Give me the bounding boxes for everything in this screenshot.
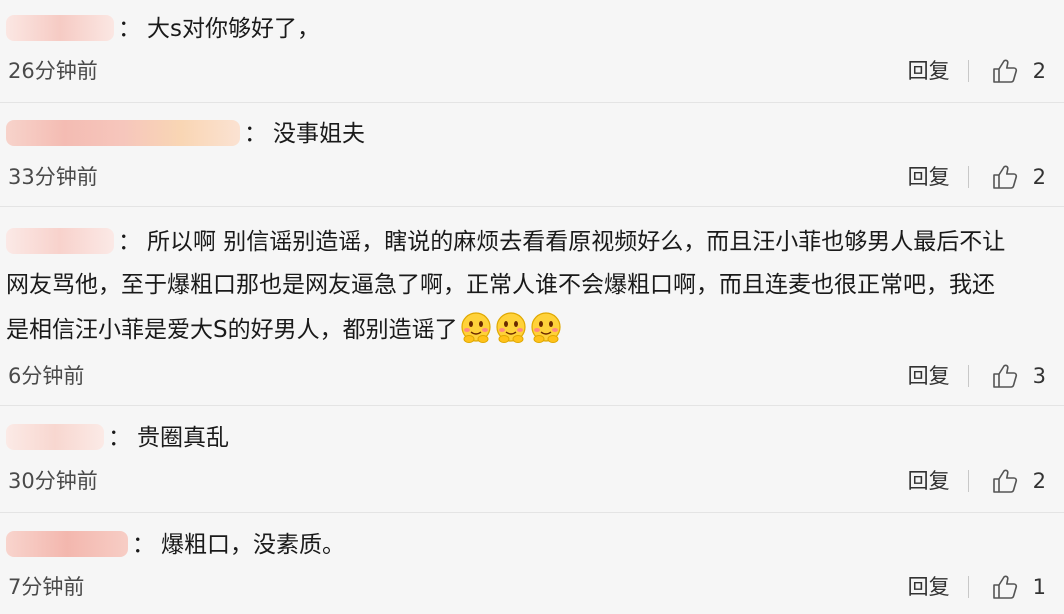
- like-button[interactable]: 2: [991, 162, 1046, 192]
- like-count: 2: [1032, 469, 1046, 493]
- comment-timestamp: 26分钟前: [8, 59, 98, 83]
- comment-text: 没事姐夫: [273, 121, 365, 147]
- comment-text-line: ：贵圈真乱: [6, 418, 1044, 458]
- comment-item: ：所以啊 别信谣别造谣，瞎说的麻烦去看看原视频好么，而且汪小菲也够男人最后不让 …: [0, 207, 1064, 406]
- comment-text: 贵圈真乱: [137, 425, 229, 451]
- comment-actions: 回复 2: [908, 466, 1046, 496]
- thumbs-up-icon: [992, 364, 1017, 388]
- username-redacted[interactable]: [6, 424, 104, 450]
- comment-text-line: ：所以啊 别信谣别造谣，瞎说的麻烦去看看原视频好么，而且汪小菲也够男人最后不让: [6, 222, 1044, 262]
- like-button[interactable]: 2: [991, 466, 1046, 496]
- like-count: 2: [1032, 59, 1046, 83]
- thumbs-up-icon: [992, 59, 1017, 83]
- like-button[interactable]: 3: [991, 361, 1046, 391]
- blushing-emoji-icon: [496, 312, 526, 343]
- reply-button[interactable]: 回复: [908, 361, 950, 391]
- blushing-emoji-icon: [461, 312, 491, 343]
- like-count: 1: [1032, 575, 1046, 599]
- divider: [967, 576, 969, 598]
- username-redacted[interactable]: [6, 531, 128, 557]
- comment-actions: 回复 1: [908, 572, 1046, 602]
- like-count: 2: [1032, 165, 1046, 189]
- reply-button[interactable]: 回复: [908, 466, 950, 496]
- username-redacted[interactable]: [6, 120, 240, 146]
- like-button[interactable]: 2: [991, 56, 1046, 86]
- username-redacted[interactable]: [6, 228, 114, 254]
- comment-text-line: ：爆粗口，没素质。: [6, 525, 1044, 565]
- like-button[interactable]: 1: [991, 572, 1046, 602]
- separator: ：: [118, 16, 141, 42]
- comment-text: 网友骂他，至于爆粗口那也是网友逼急了啊，正常人谁不会爆粗口啊，而且连麦也很正常吧…: [6, 272, 995, 298]
- thumbs-up-icon: [992, 575, 1017, 599]
- comment-timestamp: 6分钟前: [8, 364, 85, 388]
- divider: [967, 365, 969, 387]
- comment-text: 爆粗口，没素质。: [161, 532, 345, 558]
- comment-timestamp: 30分钟前: [8, 469, 98, 493]
- reply-button[interactable]: 回复: [908, 56, 950, 86]
- like-count: 3: [1032, 364, 1046, 388]
- separator: ：: [244, 121, 267, 147]
- comment-text: 是相信汪小菲是爱大S的好男人，都别造谣了: [6, 317, 458, 343]
- comment-timestamp: 7分钟前: [8, 575, 85, 599]
- comment-actions: 回复 2: [908, 56, 1046, 86]
- reply-button[interactable]: 回复: [908, 162, 950, 192]
- comment-text-line: 是相信汪小菲是爱大S的好男人，都别造谣了: [6, 310, 1044, 350]
- comment-item: ：大s对你够好了， 26分钟前 回复 2: [0, 0, 1064, 103]
- comment-text: 所以啊 别信谣别造谣，瞎说的麻烦去看看原视频好么，而且汪小菲也够男人最后不让: [147, 229, 1006, 255]
- comment-item: ：爆粗口，没素质。 7分钟前 回复 1: [0, 513, 1064, 614]
- comment-item: ：没事姐夫 33分钟前 回复 2: [0, 103, 1064, 207]
- comment-text-line: 网友骂他，至于爆粗口那也是网友逼急了啊，正常人谁不会爆粗口啊，而且连麦也很正常吧…: [6, 265, 1044, 305]
- comment-item: ：贵圈真乱 30分钟前 回复 2: [0, 406, 1064, 513]
- comment-text-line: ：大s对你够好了，: [6, 9, 1044, 49]
- comment-text-line: ：没事姐夫: [6, 114, 1044, 154]
- comment-actions: 回复 3: [908, 361, 1046, 391]
- thumbs-up-icon: [992, 165, 1017, 189]
- divider: [967, 60, 969, 82]
- separator: ：: [108, 425, 131, 451]
- reply-button[interactable]: 回复: [908, 572, 950, 602]
- comment-text: 大s对你够好了，: [147, 16, 320, 42]
- separator: ：: [132, 532, 155, 558]
- comment-timestamp: 33分钟前: [8, 165, 98, 189]
- divider: [967, 166, 969, 188]
- username-redacted[interactable]: [6, 15, 114, 41]
- divider: [967, 470, 969, 492]
- separator: ：: [118, 229, 141, 255]
- blushing-emoji-icon: [531, 312, 561, 343]
- thumbs-up-icon: [992, 469, 1017, 493]
- comment-actions: 回复 2: [908, 162, 1046, 192]
